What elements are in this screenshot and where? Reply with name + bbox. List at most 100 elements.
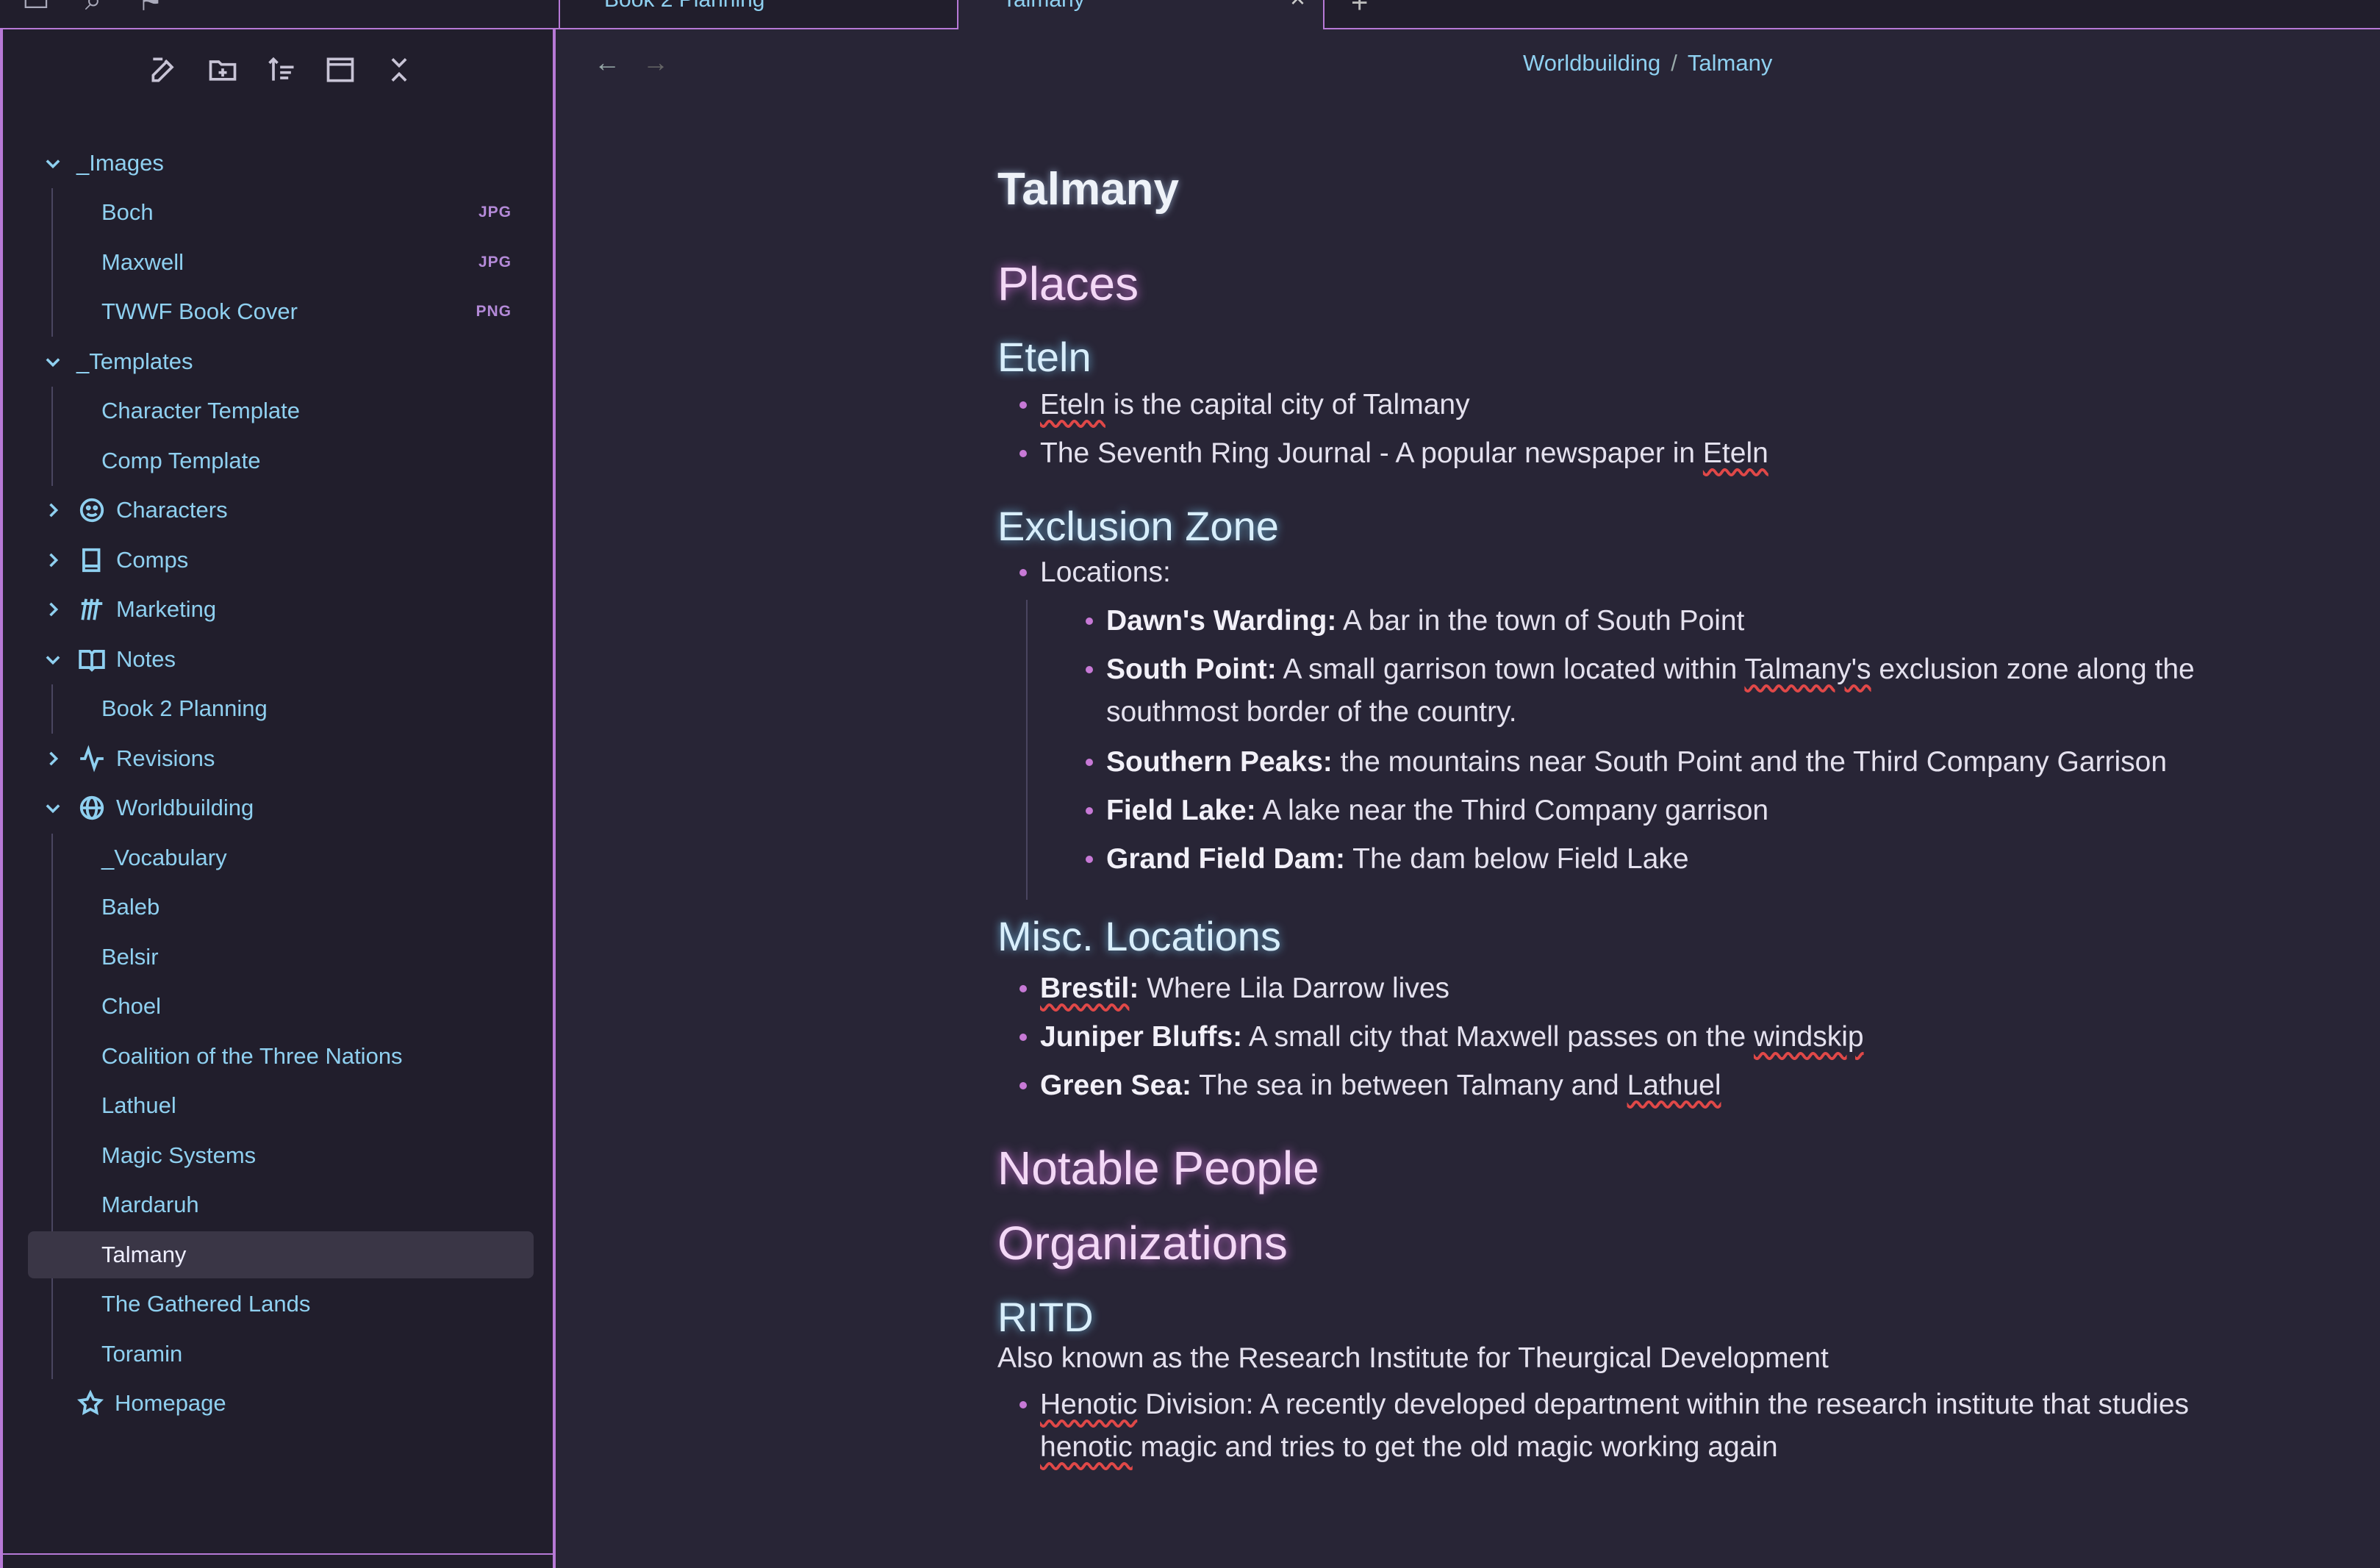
file-label: Character Template <box>101 398 300 424</box>
heading-notable-people: Notable People <box>997 1142 1319 1195</box>
chevron-right-icon[interactable] <box>40 550 66 570</box>
file-label: Boch <box>101 199 154 226</box>
list-term: Field Lake: <box>1106 795 1256 826</box>
folder-revisions[interactable]: Revisions <box>3 734 553 784</box>
breadcrumb-parent[interactable]: Worldbuilding <box>1523 50 1660 76</box>
list-text: Locations: <box>1040 556 1171 588</box>
folder-comps[interactable]: Comps <box>3 535 553 585</box>
file-belsir[interactable]: Belsir <box>3 932 553 982</box>
list-item: Brestil: Where Lila Darrow lives <box>997 967 2218 1016</box>
file-the-gathered-lands[interactable]: The Gathered Lands <box>3 1280 553 1330</box>
heading-exclusion-zone: Exclusion Zone <box>997 503 1279 549</box>
tab-label: Talmany <box>1003 0 1085 12</box>
heading-eteln: Eteln <box>997 334 1092 380</box>
file-maxwell[interactable]: Maxwell JPG <box>3 237 553 287</box>
chevron-down-icon[interactable] <box>40 351 66 372</box>
book-icon <box>76 545 107 576</box>
list-item: Locations: <box>997 551 2218 600</box>
chevron-down-icon[interactable] <box>40 798 66 818</box>
file-comp-template[interactable]: Comp Template <box>3 436 553 486</box>
search-icon[interactable]: ⌕ <box>85 0 101 18</box>
arrow-right-icon[interactable]: → <box>642 47 669 78</box>
folder-plus-icon <box>209 60 237 81</box>
list-text: The Seventh Ring Journal - A popular new… <box>1040 437 1703 469</box>
breadcrumb-separator: / <box>1671 50 1677 76</box>
list-text: A lake near the Third Company garrison <box>1255 795 1769 826</box>
auto-reveal-button[interactable] <box>322 51 359 88</box>
file-magic-systems[interactable]: Magic Systems <box>3 1131 553 1181</box>
paragraph: Also known as the Research Institute for… <box>997 1342 1829 1374</box>
heading-misc-locations: Misc. Locations <box>997 913 1281 959</box>
chevron-right-icon[interactable] <box>40 599 66 620</box>
list-text: Where Lila Darrow lives <box>1139 973 1450 1004</box>
close-icon[interactable]: × <box>1290 0 1305 12</box>
list-text: the mountains near South Point and the T… <box>1332 746 2168 778</box>
folder-label: _Templates <box>76 348 193 374</box>
file-lathuel[interactable]: Lathuel <box>3 1081 553 1131</box>
folder-images[interactable]: _Images <box>3 138 553 188</box>
nested-list: Dawn's Warding: A bar in the town of Sou… <box>997 600 2218 900</box>
new-folder-button[interactable] <box>204 51 241 88</box>
document-body[interactable]: Talmany Places Eteln Eteln is the capita… <box>997 160 2218 1469</box>
list-term-colon: : <box>1129 973 1139 1004</box>
list-term: henotic <box>1040 1431 1133 1463</box>
folder-marketing[interactable]: Marketing <box>3 585 553 635</box>
chevron-right-icon[interactable] <box>40 748 66 769</box>
heading-organizations: Organizations <box>997 1217 1288 1270</box>
list-term: Talmany's <box>1744 654 1871 685</box>
list-item: Southern Peaks: the mountains near South… <box>997 741 2218 790</box>
file-vocabulary[interactable]: _Vocabulary <box>3 833 553 883</box>
folder-worldbuilding[interactable]: Worldbuilding <box>3 784 553 834</box>
file-label: Book 2 Planning <box>101 695 268 722</box>
file-twwf-book-cover[interactable]: TWWF Book Cover PNG <box>3 287 553 337</box>
new-tab-button[interactable]: + <box>1351 0 1368 20</box>
file-toramin[interactable]: Toramin <box>3 1329 553 1379</box>
folder-notes[interactable]: Notes <box>3 634 553 684</box>
list-item: The Seventh Ring Journal - A popular new… <box>997 432 2218 481</box>
file-label: Comp Template <box>101 447 261 473</box>
ribbon-icons: ▭ ⌕ ⚑ <box>22 0 163 18</box>
file-type-badge: JPG <box>478 204 512 221</box>
list-term: Henotic <box>1040 1389 1138 1420</box>
tab-book-2-planning[interactable]: Book 2 Planning <box>559 0 956 29</box>
file-boch[interactable]: Boch JPG <box>3 188 553 238</box>
file-coalition[interactable]: Coalition of the Three Nations <box>3 1031 553 1081</box>
file-homepage[interactable]: Homepage <box>3 1379 553 1429</box>
list-item: Dawn's Warding: A bar in the town of Sou… <box>997 600 2218 648</box>
chevron-right-icon[interactable] <box>40 500 66 520</box>
list-term: windskip <box>1753 1021 1864 1053</box>
list-text: The dam below Field Lake <box>1345 843 1689 875</box>
chevron-down-icon[interactable] <box>40 153 66 173</box>
collapse-all-button[interactable] <box>381 51 417 88</box>
file-character-template[interactable]: Character Template <box>3 387 553 437</box>
file-mardaruh[interactable]: Mardaruh <box>3 1181 553 1231</box>
sort-button[interactable] <box>263 51 300 88</box>
face-icon <box>76 495 107 526</box>
editor-pane: ← → Worldbuilding / Talmany Talmany Places… <box>557 29 2380 1568</box>
list-item: Juniper Bluffs: A small city that Maxwel… <box>997 1016 2218 1064</box>
file-label: Coalition of the Three Nations <box>101 1042 403 1069</box>
heading-places: Places <box>997 257 1139 310</box>
list-text: A small city that Maxwell passes on the <box>1242 1021 1754 1053</box>
breadcrumb-current[interactable]: Talmany <box>1688 50 1772 76</box>
folder-characters[interactable]: Characters <box>3 486 553 536</box>
file-label: Belsir <box>101 943 159 970</box>
list-text: Division: A recently developed departmen… <box>1137 1389 2190 1420</box>
list-item: Field Lake: A lake near the Third Compan… <box>997 790 2218 838</box>
list-item: South Point: A small garrison town locat… <box>997 648 2218 741</box>
file-label: Mardaruh <box>101 1192 199 1218</box>
file-talmany[interactable]: Talmany <box>3 1230 553 1280</box>
tab-talmany[interactable]: Talmany × <box>957 0 1325 29</box>
file-baleb[interactable]: Baleb <box>3 883 553 933</box>
chevron-down-icon[interactable] <box>40 649 66 670</box>
folder-label: Revisions <box>116 745 215 771</box>
list-item: Green Sea: The sea in between Talmany an… <box>997 1064 2218 1113</box>
folder-templates[interactable]: _Templates <box>3 337 553 387</box>
sidebar-toggle-icon[interactable]: ▭ <box>22 0 50 18</box>
folder-label: _Images <box>76 149 164 176</box>
file-choel[interactable]: Choel <box>3 982 553 1032</box>
new-note-button[interactable] <box>146 51 182 88</box>
bookmark-icon[interactable]: ⚑ <box>137 0 163 18</box>
arrow-left-icon[interactable]: ← <box>594 47 620 78</box>
file-book-2-planning[interactable]: Book 2 Planning <box>3 684 553 734</box>
